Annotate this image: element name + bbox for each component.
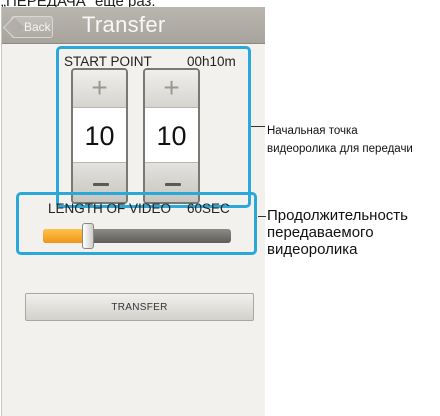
transfer-button[interactable]: TRANSFER	[25, 293, 254, 321]
back-button[interactable]: Back	[2, 16, 53, 39]
minutes-spinner: + 10	[143, 68, 200, 204]
minutes-value: 10	[145, 110, 198, 162]
length-value: 60SEC	[187, 201, 230, 216]
callout-length: Продолжительность передаваемого видеорол…	[267, 207, 440, 258]
callout-start-line1: Начальная точка	[267, 125, 358, 137]
page-title: Transfer	[82, 12, 166, 37]
length-label: LENGTH OF VIDEO	[48, 201, 172, 216]
minus-icon	[93, 183, 109, 186]
callout-start-line2: видеоролика для передачи	[267, 143, 413, 155]
back-button-label: Back	[24, 20, 51, 34]
title-bar: Back Transfer	[2, 7, 265, 44]
callout-line-length	[258, 216, 266, 217]
callout-line-start	[251, 126, 265, 127]
hours-plus-button[interactable]: +	[73, 70, 126, 108]
callout-length-line2: передаваемого	[267, 224, 374, 241]
back-chevron-icon	[2, 16, 25, 39]
length-slider-thumb[interactable]	[82, 223, 95, 249]
hours-spinner: + 10	[71, 68, 128, 204]
start-point-label: START POINT	[64, 54, 152, 69]
callout-length-line3: видеоролика	[267, 241, 358, 258]
phone-screen: Back Transfer START POINT 00h10m + 10 + …	[1, 7, 265, 416]
start-point-value: 00h10m	[187, 54, 236, 69]
minutes-plus-button[interactable]: +	[145, 70, 198, 108]
minus-icon	[165, 183, 181, 186]
callout-length-line1: Продолжительность	[267, 207, 408, 224]
length-slider-track[interactable]	[43, 229, 231, 243]
hours-value: 10	[73, 110, 126, 162]
callout-start-point: Начальная точка видеоролика для передачи	[267, 122, 440, 158]
